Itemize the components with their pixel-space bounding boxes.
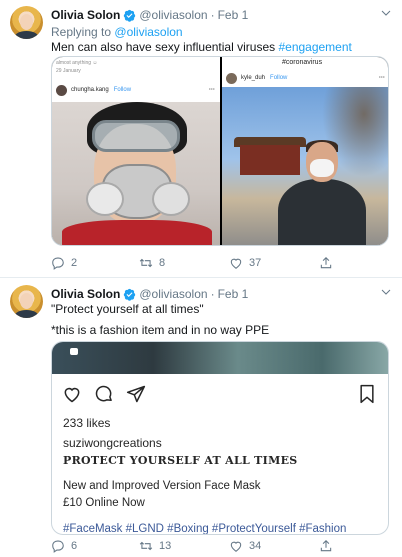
post-likes: 233 likes <box>63 416 111 430</box>
tweet-date[interactable]: Feb 1 <box>218 287 249 301</box>
post-action-icons <box>62 384 146 404</box>
separator-dot: · <box>210 8 215 22</box>
send-icon <box>126 385 146 403</box>
tweet-header: Olivia Solon @oliviasolon · Feb 1 <box>51 8 248 22</box>
more-icon: ··· <box>379 75 385 81</box>
post-hashtag-header: #coronavirus <box>282 59 323 66</box>
reply-button[interactable]: 6 <box>51 539 77 553</box>
tweet-actions: 6 13 34 <box>51 539 381 555</box>
retweet-icon <box>139 541 153 551</box>
post-top-date: 29 January <box>56 68 81 74</box>
chevron-down-icon[interactable] <box>380 7 392 19</box>
like-count: 37 <box>249 257 262 269</box>
post-photo-strip <box>52 342 388 374</box>
post-header-right: kyle_duh Follow ··· <box>222 69 388 87</box>
tweet-1[interactable]: Olivia Solon @oliviasolon · Feb 1 Replyi… <box>0 0 402 278</box>
reply-to-link[interactable]: @oliviasolon <box>114 25 182 39</box>
reply-count: 6 <box>71 540 78 552</box>
tweet-2[interactable]: Olivia Solon @oliviasolon · Feb 1 "Prote… <box>0 279 402 557</box>
reply-prefix: Replying to <box>51 25 112 39</box>
tweet-date[interactable]: Feb 1 <box>218 8 249 22</box>
post-hashtags: #FaceMask #LGND #Boxing #ProtectYourself… <box>63 523 347 535</box>
author-avatar[interactable] <box>10 285 43 318</box>
tweet-text-line1: "Protect yourself at all times" <box>51 302 204 316</box>
post-caption-line2: £10 Online Now <box>63 497 145 509</box>
author-handle[interactable]: @oliviasolon <box>139 8 207 22</box>
post-username: kyle_duh <box>241 75 266 81</box>
follow-label: Follow <box>270 75 288 81</box>
retweet-button[interactable]: 13 <box>139 539 171 553</box>
post-username: chungha.kang <box>71 87 109 93</box>
reply-context: Replying to @oliviasolon <box>51 25 183 39</box>
like-button[interactable]: 37 <box>229 256 261 270</box>
post-caption-title: PROTECT YOURSELF AT ALL TIMES <box>63 454 298 467</box>
post-caption-line1: New and Improved Version Face Mask <box>63 480 261 492</box>
photo-man-with-mask <box>222 87 388 245</box>
retweet-count: 8 <box>159 257 166 269</box>
tweet-actions: 2 8 37 <box>51 256 381 272</box>
reply-icon <box>52 540 64 553</box>
media-grid[interactable]: almost anything ☺ 29 January chungha.kan… <box>51 56 389 246</box>
media-image-right[interactable]: #coronavirus kyle_duh Follow ··· <box>222 57 388 245</box>
more-icon: ··· <box>209 87 215 93</box>
post-header-left: chungha.kang Follow ··· <box>52 81 220 99</box>
share-icon <box>320 540 332 552</box>
verified-badge-icon <box>124 9 136 22</box>
author-handle[interactable]: @oliviasolon <box>139 287 207 301</box>
heart-icon <box>64 387 80 403</box>
like-button[interactable]: 34 <box>229 539 261 553</box>
heart-icon <box>230 258 242 269</box>
avatar <box>56 84 67 96</box>
share-button[interactable] <box>319 539 339 553</box>
instagram-post-image[interactable]: 233 likes suziwongcreations PROTECT YOUR… <box>51 341 389 535</box>
retweet-count: 13 <box>159 540 172 552</box>
post-username: suziwongcreations <box>63 436 162 450</box>
tweet-text-line2: *this is a fashion item and in no way PP… <box>51 323 270 337</box>
camera-icon <box>70 348 78 355</box>
photo-gas-mask-person <box>52 102 220 245</box>
avatar <box>226 72 237 84</box>
post-top-text: almost anything ☺ <box>56 60 98 66</box>
media-image-left[interactable]: almost anything ☺ 29 January chungha.kan… <box>52 57 220 245</box>
share-icon <box>320 257 332 269</box>
reply-count: 2 <box>71 257 78 269</box>
heart-icon <box>230 541 242 552</box>
hashtag-link[interactable]: #engagement <box>278 40 351 54</box>
reply-button[interactable]: 2 <box>51 256 77 270</box>
comment-icon <box>95 385 112 402</box>
author-name[interactable]: Olivia Solon <box>51 287 120 301</box>
chevron-down-icon[interactable] <box>380 286 392 298</box>
tweet-text: Men can also have sexy influential virus… <box>51 40 352 54</box>
author-name[interactable]: Olivia Solon <box>51 8 120 22</box>
like-count: 34 <box>249 540 262 552</box>
tweet-text-body: Men can also have sexy influential virus… <box>51 40 276 54</box>
share-button[interactable] <box>319 256 339 270</box>
bookmark-icon <box>360 384 374 404</box>
follow-label: Follow <box>113 87 132 93</box>
verified-badge-icon <box>124 288 136 301</box>
tweet-header: Olivia Solon @oliviasolon · Feb 1 <box>51 287 248 301</box>
separator-dot: · <box>210 287 215 301</box>
retweet-button[interactable]: 8 <box>139 256 165 270</box>
reply-icon <box>52 257 64 270</box>
retweet-icon <box>139 258 153 268</box>
author-avatar[interactable] <box>10 6 43 39</box>
